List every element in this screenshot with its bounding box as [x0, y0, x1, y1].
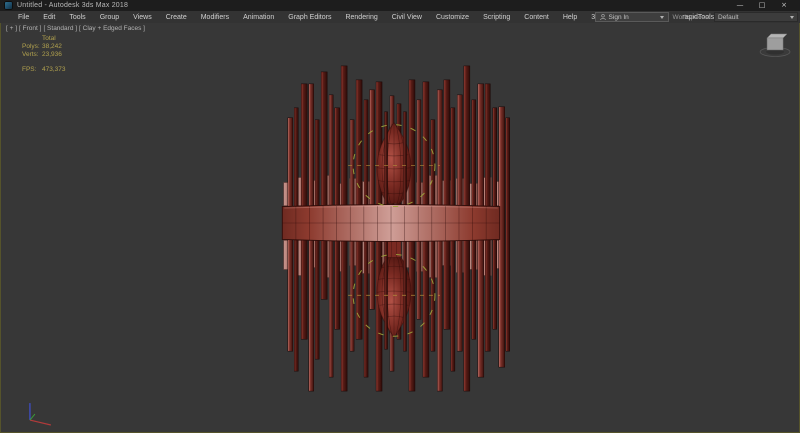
menu-create[interactable]: Create	[159, 14, 194, 21]
world-axis-gizmo	[30, 403, 51, 425]
menu-rendering[interactable]: Rendering	[338, 14, 384, 21]
maximize-button[interactable]: □	[751, 0, 773, 11]
menu-customize[interactable]: Customize	[429, 14, 476, 21]
menu-modifiers[interactable]: Modifiers	[194, 14, 236, 21]
user-icon	[600, 14, 606, 20]
menu-views[interactable]: Views	[126, 14, 159, 21]
menu-animation[interactable]: Animation	[236, 14, 281, 21]
sign-in-button[interactable]: Sign In	[595, 12, 669, 22]
menu-edit[interactable]: Edit	[36, 14, 62, 21]
viewport-pov-menu[interactable]: [ Front ]	[19, 25, 41, 32]
stats-polys-label: Polys:	[22, 43, 39, 51]
menu-civil-view[interactable]: Civil View	[385, 14, 429, 21]
chevron-down-icon	[660, 16, 664, 19]
viewport-camera-menu[interactable]: [ Standard ]	[43, 25, 77, 32]
chevron-down-icon	[790, 16, 794, 19]
workspace-value: Default	[718, 14, 787, 21]
menu-graph-editors[interactable]: Graph Editors	[281, 14, 338, 21]
menu-help[interactable]: Help	[556, 14, 584, 21]
minimize-button[interactable]: —	[729, 0, 751, 11]
view-cube[interactable]	[760, 34, 790, 56]
sign-in-label: Sign In	[609, 14, 657, 21]
menu-group[interactable]: Group	[93, 14, 126, 21]
viewport-canvas[interactable]	[1, 23, 799, 432]
window-title: Untitled - Autodesk 3ds Max 2018	[17, 2, 128, 9]
viewport-front[interactable]: [ + ][ Front ][ Standard ][ Clay + Edged…	[0, 23, 800, 433]
stats-total-label: Total	[42, 35, 66, 43]
window-controls: — □ ×	[729, 0, 795, 11]
chandelier-band[interactable]	[282, 205, 499, 242]
menu-content[interactable]: Content	[517, 14, 556, 21]
stats-polys-value: 38,242	[42, 43, 66, 51]
workspace-dropdown[interactable]: Default	[714, 12, 798, 22]
menu-tools[interactable]: Tools	[62, 14, 92, 21]
title-bar: Untitled - Autodesk 3ds Max 2018 — □ ×	[0, 0, 800, 11]
3dsmax-app-icon	[5, 2, 12, 9]
viewport-label: [ + ][ Front ][ Standard ][ Clay + Edged…	[6, 25, 147, 32]
stats-fps-label: FPS:	[22, 66, 39, 74]
stats-fps-value: 473,373	[42, 66, 66, 74]
stats-verts-value: 23,936	[42, 51, 66, 59]
statistics-overlay: Total Polys: 38,242 Verts: 23,936 FPS: 4…	[22, 35, 66, 74]
viewport-general-menu[interactable]: [ + ]	[6, 25, 17, 32]
close-button[interactable]: ×	[773, 0, 795, 11]
stats-verts-label: Verts:	[22, 51, 39, 59]
menu-scripting[interactable]: Scripting	[476, 14, 517, 21]
account-area: Sign In Workspaces: Default	[595, 11, 798, 23]
menu-file[interactable]: File	[11, 14, 36, 21]
viewport-shading-menu[interactable]: [ Clay + Edged Faces ]	[79, 25, 145, 32]
workspaces-label: Workspaces:	[673, 14, 710, 21]
